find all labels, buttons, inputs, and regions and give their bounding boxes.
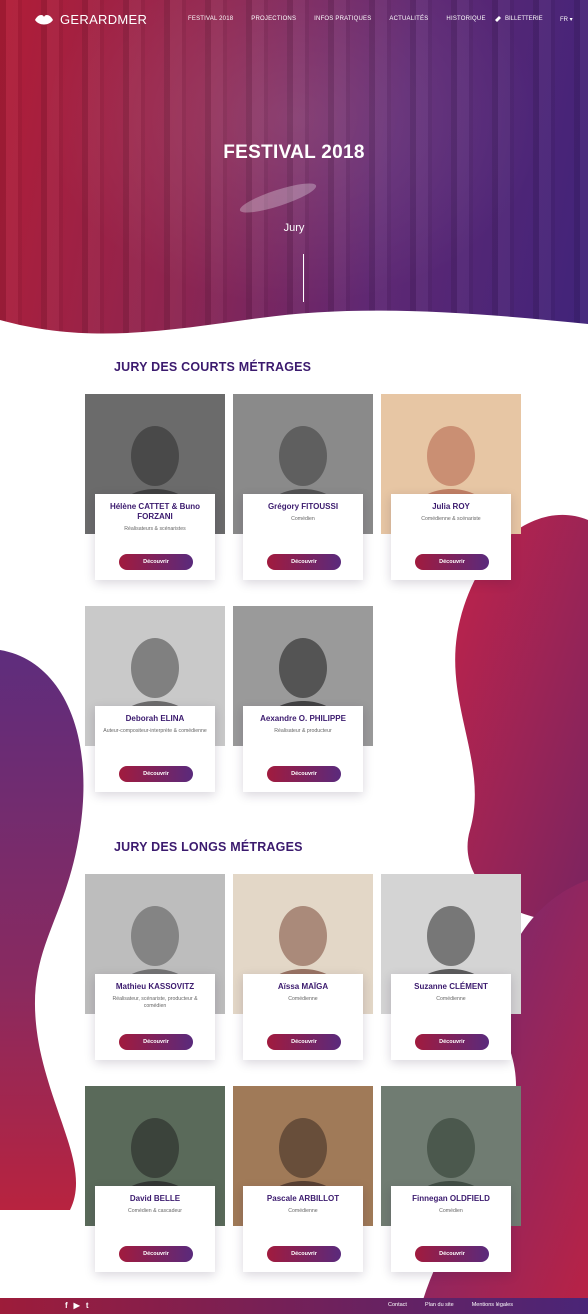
jury-name: Deborah ELINA bbox=[125, 714, 185, 723]
jury-name: Pascale ARBILLOT bbox=[266, 1194, 340, 1203]
jury-info-box: Grégory FITOUSSI Comédien Découvrir bbox=[243, 494, 363, 580]
jury-card: Aïssa MAÏGA Comédienne Découvrir bbox=[233, 874, 373, 1066]
logo-text: GERARDMER bbox=[60, 12, 148, 27]
twitter-icon[interactable]: t bbox=[86, 1301, 89, 1310]
jury-card: Julia ROY Comédienne & scénariste Découvri… bbox=[381, 394, 521, 586]
jury-card: Mathieu KASSOVITZ Réalisateur, scénariste… bbox=[85, 874, 225, 1066]
jury-name: Julia ROY bbox=[432, 502, 470, 511]
jury-info-box: Julia ROY Comédienne & scénariste Découvri… bbox=[391, 494, 511, 580]
jury-role: Comédien & cascadeur bbox=[128, 1208, 182, 1214]
jury-info-box: Finnegan OLDFIELD Comédien Découvrir bbox=[391, 1186, 511, 1272]
menu-item-historique[interactable]: HISTORIQUE bbox=[446, 16, 485, 22]
top-navigation: GERARDMER FESTIVAL 2018 PROJECTIONS INFO… bbox=[0, 0, 588, 42]
discover-button[interactable]: Découvrir bbox=[415, 1034, 489, 1050]
main-menu: FESTIVAL 2018 PROJECTIONS INFOS PRATIQUE… bbox=[188, 16, 504, 22]
jury-name: Mathieu KASSOVITZ bbox=[115, 982, 195, 991]
jury-card: Grégory FITOUSSI Comédien Découvrir bbox=[233, 394, 373, 586]
menu-item-festival[interactable]: FESTIVAL 2018 bbox=[188, 16, 233, 22]
jury-card: Suzanne CLÉMENT Comédienne Découvrir bbox=[381, 874, 521, 1066]
lips-logo-icon bbox=[35, 14, 53, 24]
page-subtitle: Jury bbox=[283, 222, 305, 234]
jury-role: Comédienne bbox=[288, 996, 318, 1002]
jury-info-box: Hélène CATTET & Buno FORZANI Réalisateurs… bbox=[95, 494, 215, 580]
hero-banner: GERARDMER FESTIVAL 2018 PROJECTIONS INFO… bbox=[0, 0, 588, 340]
jury-card: Pascale ARBILLOT Comédienne Découvrir bbox=[233, 1086, 373, 1278]
jury-name: Finnegan OLDFIELD bbox=[412, 1194, 490, 1203]
jury-info-box: Pascale ARBILLOT Comédienne Découvrir bbox=[243, 1186, 363, 1272]
discover-button[interactable]: Découvrir bbox=[267, 554, 341, 570]
footer-link-legal[interactable]: Mentions légales bbox=[472, 1302, 513, 1308]
jury-info-box: David BELLE Comédien & cascadeur Découvrir bbox=[95, 1186, 215, 1272]
discover-button[interactable]: Découvrir bbox=[119, 1246, 193, 1262]
discover-button[interactable]: Découvrir bbox=[267, 766, 341, 782]
jury-name: Grégory FITOUSSI bbox=[267, 502, 339, 511]
jury-role: Comédienne bbox=[288, 1208, 318, 1214]
facebook-icon[interactable]: f bbox=[65, 1301, 68, 1310]
jury-card: Deborah ELINA Auteur-compositeur-interprè… bbox=[85, 606, 225, 798]
jury-name: David BELLE bbox=[129, 1194, 181, 1203]
jury-role: Réalisateur, scénariste, producteur & co… bbox=[112, 996, 198, 1009]
jury-card: Aexandre O. PHILIPPE Réalisateur & produc… bbox=[233, 606, 373, 798]
jury-card: David BELLE Comédien & cascadeur Découvrir bbox=[85, 1086, 225, 1278]
hero-wave-divider bbox=[0, 310, 588, 350]
ticket-icon bbox=[495, 16, 501, 22]
jury-card: Finnegan OLDFIELD Comédien Découvrir bbox=[381, 1086, 521, 1278]
jury-info-box: Deborah ELINA Auteur-compositeur-interprè… bbox=[95, 706, 215, 792]
jury-role: Réalisateur & producteur bbox=[274, 728, 332, 734]
jury-info-box: Aexandre O. PHILIPPE Réalisateur & produc… bbox=[243, 706, 363, 792]
page-title: FESTIVAL 2018 bbox=[223, 142, 365, 163]
language-selector[interactable]: FR ▾ bbox=[560, 16, 573, 23]
footer: f ▶ t Contact Plan du site Mentions léga… bbox=[0, 1298, 588, 1314]
jury-role: Comédienne & scénariste bbox=[421, 516, 481, 522]
jury-info-box: Suzanne CLÉMENT Comédienne Découvrir bbox=[391, 974, 511, 1060]
discover-button[interactable]: Découvrir bbox=[119, 1034, 193, 1050]
hero-forest-image bbox=[0, 0, 588, 340]
ticket-link[interactable]: BILLETTERIE bbox=[494, 15, 543, 23]
discover-button[interactable]: Découvrir bbox=[119, 766, 193, 782]
youtube-icon[interactable]: ▶ bbox=[74, 1301, 80, 1310]
section-title-longs: JURY DES LONGS MÉTRAGES bbox=[114, 840, 303, 854]
jury-name: Hélène CATTET & Buno FORZANI bbox=[109, 502, 201, 521]
menu-item-projections[interactable]: PROJECTIONS bbox=[251, 16, 296, 22]
jury-role: Auteur-compositeur-interprète & comédien… bbox=[103, 728, 207, 734]
jury-role: Comédien bbox=[439, 1208, 463, 1214]
jury-role: Comédienne bbox=[436, 996, 466, 1002]
menu-item-infos[interactable]: INFOS PRATIQUES bbox=[314, 16, 371, 22]
jury-card: Hélène CATTET & Buno FORZANI Réalisateurs… bbox=[85, 394, 225, 586]
menu-item-actualites[interactable]: ACTUALITÉS bbox=[389, 16, 428, 22]
discover-button[interactable]: Découvrir bbox=[119, 554, 193, 570]
jury-info-box: Mathieu KASSOVITZ Réalisateur, scénariste… bbox=[95, 974, 215, 1060]
ticket-label: BILLETTERIE bbox=[505, 16, 543, 22]
site-logo[interactable]: GERARDMER bbox=[34, 12, 147, 27]
footer-link-sitemap[interactable]: Plan du site bbox=[425, 1302, 454, 1308]
discover-button[interactable]: Découvrir bbox=[415, 554, 489, 570]
section-title-courts: JURY DES COURTS MÉTRAGES bbox=[114, 360, 312, 374]
jury-info-box: Aïssa MAÏGA Comédienne Découvrir bbox=[243, 974, 363, 1060]
discover-button[interactable]: Découvrir bbox=[267, 1246, 341, 1262]
jury-role: Comédien bbox=[291, 516, 315, 522]
footer-links: Contact Plan du site Mentions légales bbox=[388, 1302, 513, 1308]
jury-name: Suzanne CLÉMENT bbox=[414, 982, 488, 991]
jury-role: Réalisateurs & scénaristes bbox=[124, 526, 186, 532]
jury-name: Aïssa MAÏGA bbox=[277, 982, 329, 991]
social-links: f ▶ t bbox=[65, 1301, 89, 1310]
footer-link-contact[interactable]: Contact bbox=[388, 1302, 407, 1308]
discover-button[interactable]: Découvrir bbox=[267, 1034, 341, 1050]
discover-button[interactable]: Découvrir bbox=[415, 1246, 489, 1262]
jury-name: Aexandre O. PHILIPPE bbox=[260, 714, 346, 723]
